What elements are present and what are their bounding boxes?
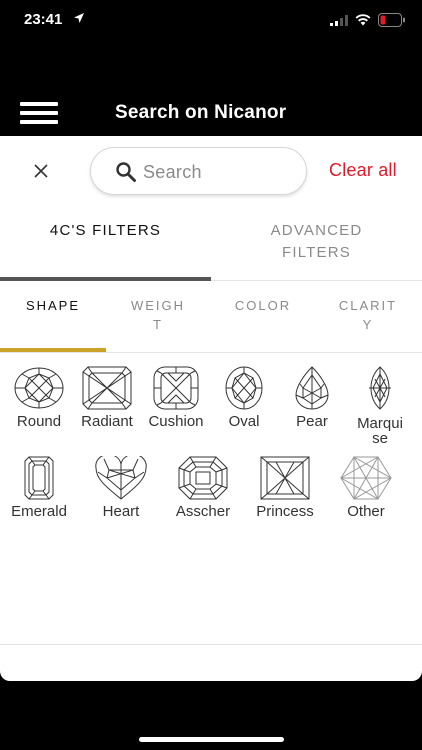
subtab-clarity[interactable]: CLARITY (337, 296, 399, 334)
shape-asscher[interactable]: Asscher (162, 456, 244, 519)
marquise-diamond-icon (369, 366, 391, 410)
divider (0, 644, 422, 645)
search-input[interactable] (143, 157, 293, 187)
princess-diamond-icon (260, 456, 310, 500)
asscher-diamond-icon (178, 456, 228, 500)
sub-tab-indicator (0, 348, 106, 352)
sub-tabs: SHAPE WEIGHT COLOR CLARITY (0, 281, 422, 353)
shape-marquise[interactable]: Marquise (339, 366, 421, 446)
shape-princess[interactable]: Princess (244, 456, 326, 519)
shape-label: Emerald (11, 503, 67, 520)
cushion-diamond-icon (153, 366, 199, 410)
filter-sheet: Clear all 4C'S FILTERS ADVANCED FILTERS … (0, 136, 422, 681)
shape-label: Asscher (175, 503, 231, 520)
main-tabs: 4C'S FILTERS ADVANCED FILTERS (0, 206, 422, 281)
shape-label: Heart (102, 503, 140, 520)
wifi-icon (355, 14, 371, 26)
heart-diamond-icon (95, 456, 147, 500)
emerald-diamond-icon (24, 456, 54, 500)
shape-other[interactable]: Other (325, 456, 407, 519)
clear-all-button[interactable]: Clear all (329, 160, 397, 181)
radiant-diamond-icon (82, 366, 132, 410)
shape-label: Other (347, 503, 385, 520)
status-bar: 23:41 (0, 0, 422, 44)
status-time: 23:41 (24, 11, 63, 28)
tab-advanced-filters[interactable]: ADVANCED FILTERS (211, 206, 422, 281)
shape-label: Marquise (357, 415, 403, 447)
location-arrow-icon (74, 13, 84, 23)
pear-diamond-icon (295, 366, 329, 410)
shape-label: Princess (256, 503, 314, 520)
close-icon[interactable] (30, 160, 52, 182)
subtab-color[interactable]: COLOR (223, 296, 303, 315)
home-indicator[interactable] (139, 737, 284, 742)
battery-icon (378, 13, 405, 27)
search-box[interactable] (90, 147, 307, 195)
oval-diamond-icon (225, 366, 263, 410)
round-diamond-icon (14, 367, 64, 409)
cellular-signal-icon (330, 15, 348, 26)
subtab-weight[interactable]: WEIGHT (127, 296, 189, 334)
tab-4cs-filters[interactable]: 4C'S FILTERS (0, 206, 211, 281)
menu-icon[interactable] (20, 102, 58, 124)
search-icon (116, 162, 136, 182)
page-title: Search on Nicanor (115, 102, 287, 123)
shape-heart[interactable]: Heart (80, 456, 162, 519)
app-header: Search on Nicanor (0, 44, 422, 136)
shape-emerald[interactable]: Emerald (0, 456, 80, 519)
other-shape-icon (340, 456, 392, 500)
subtab-shape[interactable]: SHAPE (13, 296, 93, 315)
